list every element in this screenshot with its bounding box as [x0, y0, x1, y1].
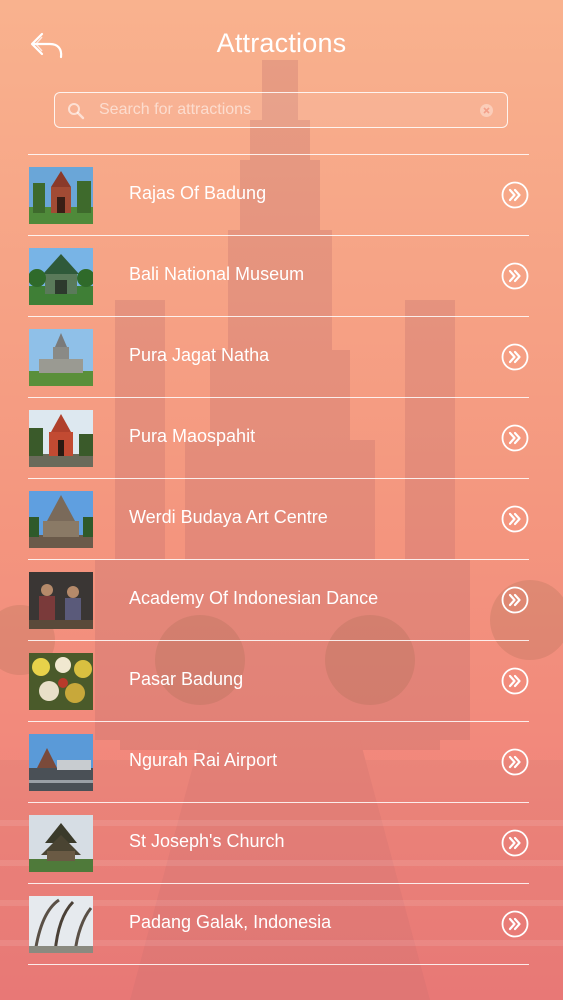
list-item[interactable]: Pura Maospahit	[28, 398, 529, 479]
list-item[interactable]: Rajas Of Badung	[28, 155, 529, 236]
double-chevron-right-icon[interactable]	[501, 424, 529, 452]
attraction-label: Padang Galak, Indonesia	[129, 912, 332, 932]
double-chevron-right-icon[interactable]	[501, 262, 529, 290]
list-item[interactable]: Padang Galak, Indonesia	[28, 884, 529, 965]
list-item[interactable]: Pasar Badung	[28, 641, 529, 722]
market-offerings-photo-icon	[29, 653, 93, 710]
search-input[interactable]	[99, 93, 469, 126]
attraction-label: Bali National Museum	[129, 264, 305, 284]
list-item[interactable]: Bali National Museum	[28, 236, 529, 317]
attraction-label: Rajas Of Badung	[129, 183, 267, 203]
list-item[interactable]: Werdi Budaya Art Centre	[28, 479, 529, 560]
list-item[interactable]: Pura Jagat Natha	[28, 317, 529, 398]
search-icon	[68, 103, 85, 120]
double-chevron-right-icon[interactable]	[501, 910, 529, 938]
red-temple-gate-photo-icon	[29, 410, 93, 467]
attraction-label: Ngurah Rai Airport	[129, 750, 278, 770]
list-item[interactable]: Ngurah Rai Airport	[28, 722, 529, 803]
temple-tower-photo-icon	[29, 329, 93, 386]
church-photo-icon	[29, 815, 93, 872]
double-chevron-right-icon[interactable]	[501, 181, 529, 209]
attractions-list: Rajas Of Badung Bali National Museum Pur…	[28, 154, 529, 965]
page-title: Attractions	[216, 28, 347, 58]
clear-icon[interactable]	[480, 104, 493, 117]
attraction-label: Pura Maospahit	[129, 426, 256, 446]
list-item[interactable]: St Joseph's Church	[28, 803, 529, 884]
double-chevron-right-icon[interactable]	[501, 586, 529, 614]
attraction-label: Academy Of Indonesian Dance	[129, 588, 379, 608]
museum-building-photo-icon	[29, 248, 93, 305]
attraction-label: Pasar Badung	[129, 669, 244, 689]
art-centre-photo-icon	[29, 491, 93, 548]
double-chevron-right-icon[interactable]	[501, 505, 529, 533]
double-chevron-right-icon[interactable]	[501, 829, 529, 857]
airport-photo-icon	[29, 734, 93, 791]
dance-performance-photo-icon	[29, 572, 93, 629]
attraction-label: St Joseph's Church	[129, 831, 285, 851]
penjor-poles-photo-icon	[29, 896, 93, 953]
double-chevron-right-icon[interactable]	[501, 343, 529, 371]
list-item[interactable]: Academy Of Indonesian Dance	[28, 560, 529, 641]
temple-gate-photo-icon	[29, 167, 93, 224]
header: Attractions	[0, 0, 563, 90]
attraction-label: Werdi Budaya Art Centre	[129, 507, 328, 527]
double-chevron-right-icon[interactable]	[501, 667, 529, 695]
attraction-label: Pura Jagat Natha	[129, 345, 270, 365]
search-bar	[54, 92, 508, 128]
double-chevron-right-icon[interactable]	[501, 748, 529, 776]
